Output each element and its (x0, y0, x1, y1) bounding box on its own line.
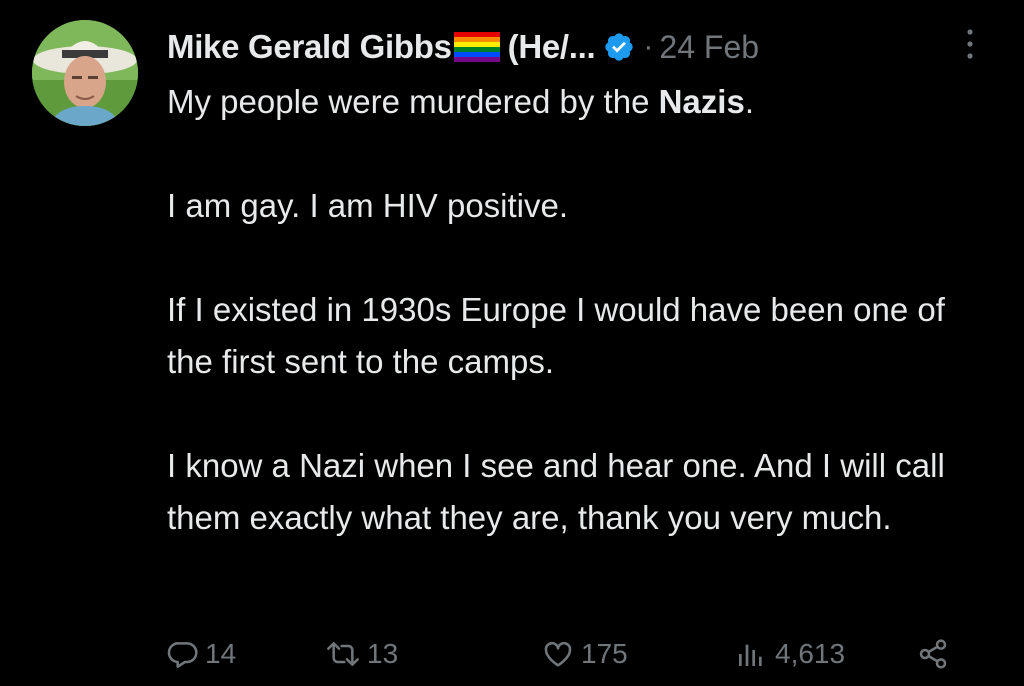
tweet-text-bold: Nazis (658, 83, 745, 120)
avatar-photo (32, 20, 138, 126)
like-count: 175 (581, 638, 628, 669)
author-pronouns[interactable]: (He/... (508, 28, 596, 66)
rainbow-flag-icon (453, 32, 500, 62)
author-name[interactable]: Mike Gerald Gibbs (167, 28, 452, 66)
header-separator: · (643, 30, 654, 63)
tweet-text-segment: . (744, 83, 754, 120)
reply-button[interactable]: 14 (167, 628, 236, 680)
tweet-text: My people were murdered by the Nazis. I … (167, 76, 997, 544)
share-button[interactable] (917, 628, 949, 680)
tweet-actions: 14 13 175 4,613 (167, 628, 967, 680)
tweet: Mike Gerald Gibbs (He/... · 24 Feb My pe… (0, 0, 1024, 686)
reply-icon (167, 642, 198, 668)
repost-button[interactable]: 13 (325, 628, 398, 680)
views-icon (739, 644, 762, 666)
more-options-icon[interactable] (958, 26, 982, 62)
share-icon (919, 639, 947, 669)
tweet-header: Mike Gerald Gibbs (He/... · 24 Feb (167, 24, 759, 70)
avatar[interactable] (32, 20, 138, 126)
tweet-paragraph-4: I know a Nazi when I see and hear one. A… (167, 447, 945, 536)
tweet-paragraph-2: I am gay. I am HIV positive. (167, 187, 569, 224)
repost-count: 13 (367, 638, 399, 669)
tweet-paragraph-1: My people were murdered by the Nazis. (167, 76, 997, 128)
tweet-timestamp[interactable]: 24 Feb (659, 29, 759, 66)
tweet-text-segment: My people were murdered by the (167, 83, 659, 120)
views-button[interactable]: 4,613 (733, 628, 845, 680)
views-count: 4,613 (775, 638, 846, 669)
like-icon (544, 641, 572, 667)
like-button[interactable]: 175 (541, 628, 628, 680)
repost-icon (327, 642, 359, 666)
reply-count: 14 (205, 638, 237, 669)
tweet-paragraph-3: If I existed in 1930s Europe I would hav… (167, 291, 945, 380)
verified-badge-icon[interactable] (603, 31, 635, 63)
